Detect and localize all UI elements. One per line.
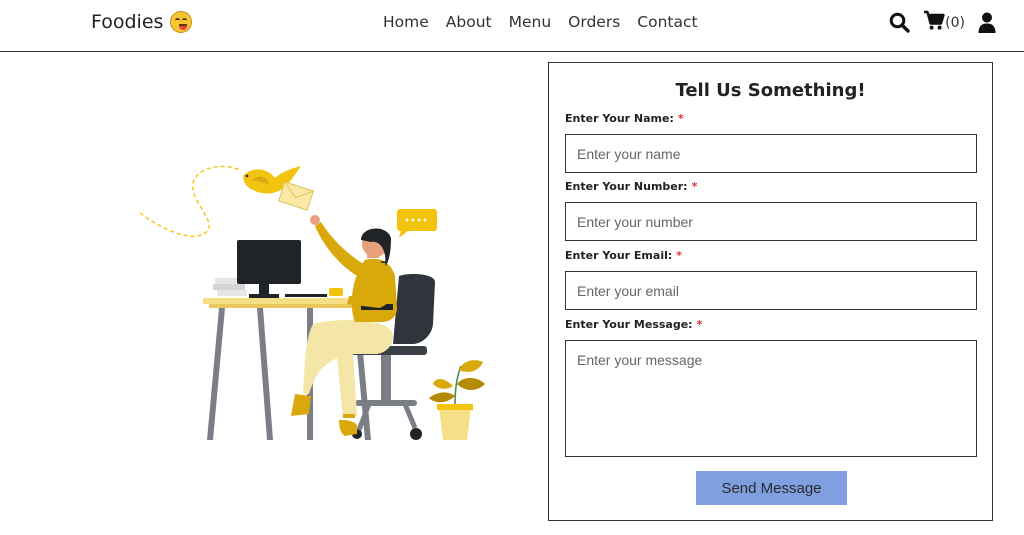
message-label: Enter Your Message: * [565,318,703,331]
contact-form-card: Tell Us Something! Enter Your Name: * Ent… [548,62,993,521]
message-textarea[interactable] [565,340,977,457]
required-indicator: * [676,249,683,262]
nav-link-home[interactable]: Home [383,13,429,31]
search-icon[interactable] [889,12,910,33]
contact-illustration [135,158,495,448]
potted-plant [429,360,485,440]
cart-button[interactable]: (0) [923,10,965,35]
face-savoring-food-icon [170,11,193,33]
name-input[interactable] [565,134,977,173]
number-input[interactable] [565,202,977,241]
send-message-button[interactable]: Send Message [696,471,847,505]
required-indicator: * [696,318,703,331]
envelope-icon [278,181,314,211]
required-indicator: * [691,180,698,193]
flight-path [139,165,241,237]
nav-icons: (0) [889,10,996,35]
user-icon[interactable] [978,12,996,33]
form-title: Tell Us Something! [675,80,866,101]
number-label: Enter Your Number: * [565,180,698,193]
nav-links: Home About Menu Orders Contact [383,13,715,31]
nav-link-menu[interactable]: Menu [509,13,552,31]
chat-bubble-icon [397,209,437,238]
nav-link-about[interactable]: About [446,13,492,31]
name-label: Enter Your Name: * [565,112,684,125]
email-input[interactable] [565,271,977,310]
brand-logo[interactable]: Foodies [91,11,193,33]
cart-icon[interactable] [923,10,945,35]
cart-count: (0) [945,14,965,31]
nav-link-orders[interactable]: Orders [568,13,620,31]
brand-name[interactable]: Foodies [91,11,163,33]
nav-link-contact[interactable]: Contact [637,13,697,31]
email-label: Enter Your Email: * [565,249,683,262]
required-indicator: * [677,112,684,125]
monitor-icon [237,240,301,298]
navbar: Foodies Home About Menu Orders Contact (… [0,0,1024,52]
